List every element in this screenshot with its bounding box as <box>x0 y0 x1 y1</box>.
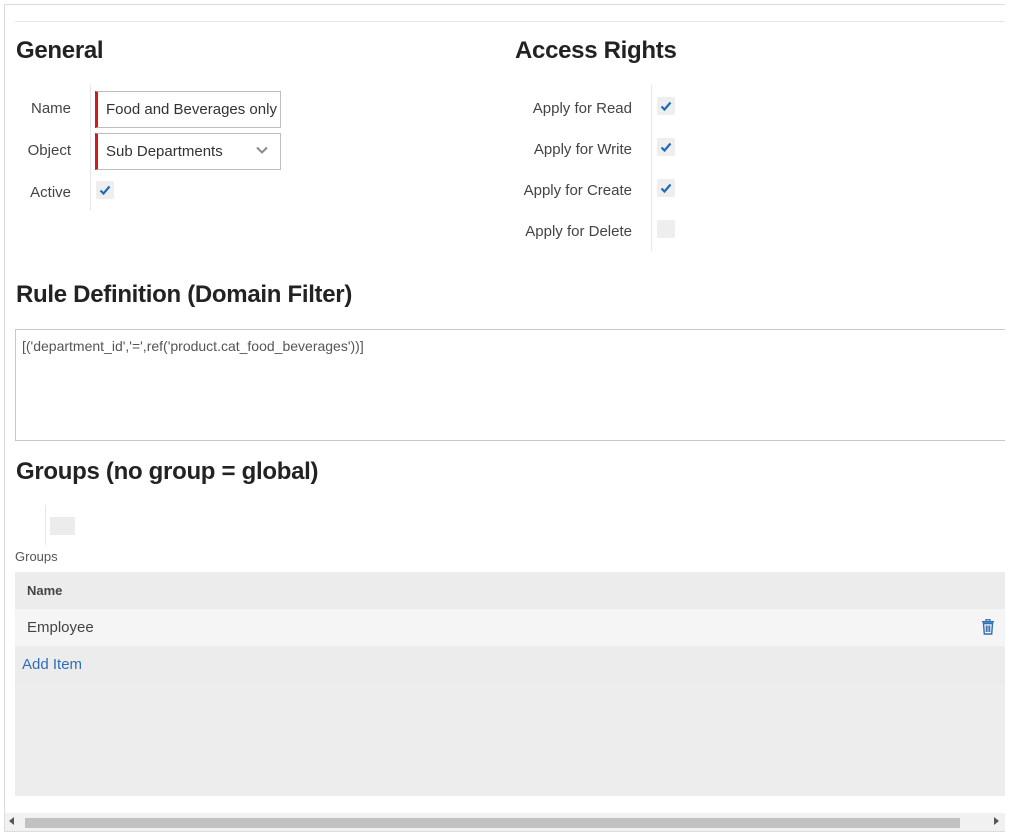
name-field[interactable]: Food and Beverages only <box>95 91 281 128</box>
table-row[interactable]: Employee <box>15 609 1005 646</box>
form-view: General Name Object Active Food and Beve… <box>4 4 1005 832</box>
name-label: Name <box>30 100 71 117</box>
access-rights-title: Access Rights <box>515 37 677 64</box>
apply-create-checkbox[interactable] <box>657 179 675 197</box>
add-item-link[interactable]: Add Item <box>22 656 82 673</box>
apply-read-checkbox[interactable] <box>657 97 675 115</box>
object-label: Object <box>27 142 71 159</box>
rule-definition-title: Rule Definition (Domain Filter) <box>16 281 353 308</box>
apply-read-label: Apply for Read <box>532 100 632 117</box>
trash-icon[interactable] <box>981 619 995 635</box>
apply-delete-label: Apply for Delete <box>525 223 632 240</box>
scrollbar-thumb[interactable] <box>25 818 960 828</box>
scroll-right-arrow-icon[interactable] <box>994 817 999 825</box>
groups-label: Groups <box>15 549 58 564</box>
apply-write-checkbox[interactable] <box>657 138 675 156</box>
check-icon <box>660 101 672 112</box>
domain-filter-textarea[interactable]: [('department_id','=',ref('product.cat_f… <box>15 329 1005 441</box>
top-divider <box>15 21 1005 22</box>
groups-table: Name Employee Add Item <box>15 572 1005 796</box>
apply-create-label: Apply for Create <box>523 182 632 199</box>
groups-field-toggle[interactable] <box>50 517 75 535</box>
check-icon <box>660 183 672 194</box>
add-item-row: Add Item <box>15 646 1005 683</box>
groups-title: Groups (no group = global) <box>16 458 319 485</box>
name-field-value: Food and Beverages only <box>106 101 277 118</box>
active-checkbox[interactable] <box>96 181 114 199</box>
horizontal-scrollbar[interactable] <box>5 813 1005 831</box>
check-icon <box>660 142 672 153</box>
groups-divider <box>45 505 46 545</box>
general-section-title: General <box>16 37 104 64</box>
apply-delete-checkbox[interactable] <box>657 220 675 238</box>
check-icon <box>99 185 111 196</box>
row-name-cell: Employee <box>27 619 94 636</box>
general-divider <box>90 85 91 210</box>
apply-write-label: Apply for Write <box>533 141 632 158</box>
access-divider <box>651 85 652 251</box>
object-select[interactable]: Sub Departments <box>95 133 281 170</box>
chevron-down-icon <box>256 146 268 154</box>
table-header: Name <box>15 572 1005 609</box>
column-header-name: Name <box>27 583 63 598</box>
scroll-left-arrow-icon[interactable] <box>9 817 14 825</box>
domain-filter-value: [('department_id','=',ref('product.cat_f… <box>22 338 364 354</box>
active-label: Active <box>30 184 71 201</box>
object-select-value: Sub Departments <box>106 143 223 160</box>
